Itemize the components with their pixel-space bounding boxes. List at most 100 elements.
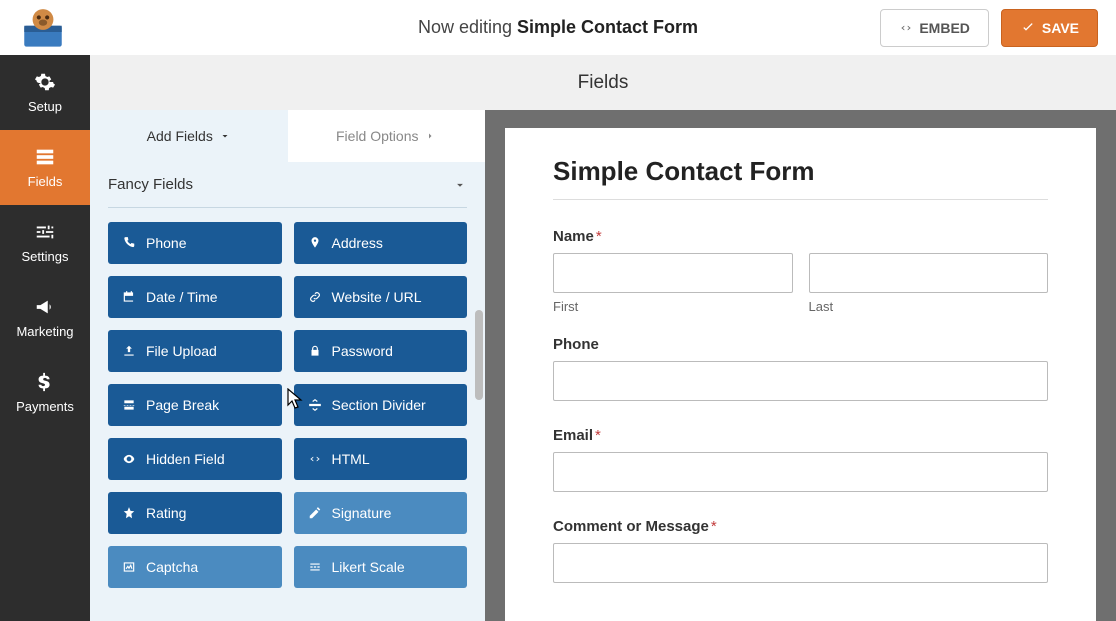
sidebar-item-label: Fields [28, 174, 63, 189]
field-type-phone[interactable]: Phone [108, 222, 282, 264]
required-marker: * [595, 427, 601, 444]
field-type-label: Section Divider [332, 397, 426, 413]
form-title: Simple Contact Form [553, 156, 1048, 187]
save-button[interactable]: SAVE [1001, 9, 1098, 47]
field-type-label: HTML [332, 451, 370, 467]
field-group-header[interactable]: Fancy Fields [108, 162, 467, 208]
sidebar-item-settings[interactable]: Settings [0, 205, 90, 280]
field-type-website-url[interactable]: Website / URL [294, 276, 468, 318]
main-area: Fields Add Fields Field Options Fancy Fi… [90, 55, 1116, 621]
field-type-address[interactable]: Address [294, 222, 468, 264]
field-type-file-upload[interactable]: File Upload [108, 330, 282, 372]
first-name-input[interactable] [553, 253, 793, 293]
last-name-input[interactable] [809, 253, 1049, 293]
check-icon [1020, 20, 1036, 36]
upload-icon [122, 344, 136, 358]
sub-first: First [553, 299, 793, 314]
form-preview-wrap: Simple Contact Form Name* First Last Pho… [485, 110, 1116, 621]
gear-icon [34, 71, 56, 93]
field-type-date-time[interactable]: Date / Time [108, 276, 282, 318]
code-icon [899, 21, 913, 35]
sidebar-item-label: Settings [22, 249, 69, 264]
divider-icon [308, 398, 322, 412]
dollar-icon [34, 371, 56, 393]
name-row [553, 253, 1048, 293]
sidebar-item-label: Payments [16, 399, 74, 414]
tab-add-fields[interactable]: Add Fields [90, 110, 288, 162]
field-type-label: Password [332, 343, 393, 359]
field-type-label: Likert Scale [332, 559, 405, 575]
field-type-likert-scale[interactable]: Likert Scale [294, 546, 468, 588]
required-marker: * [711, 518, 717, 535]
sub-last: Last [809, 299, 1049, 314]
sliders-icon [34, 221, 56, 243]
scrollbar-thumb[interactable] [475, 310, 483, 400]
field-type-rating[interactable]: Rating [108, 492, 282, 534]
phone-input[interactable] [553, 361, 1048, 401]
editing-title: Now editing Simple Contact Form [418, 17, 698, 38]
sidebar-item-payments[interactable]: Payments [0, 355, 90, 430]
field-type-label: Address [332, 235, 383, 251]
top-bar: Now editing Simple Contact Form EMBED SA… [0, 0, 1116, 55]
field-type-html[interactable]: HTML [294, 438, 468, 480]
form-icon [34, 146, 56, 168]
pagebreak-icon [122, 398, 136, 412]
nav-sidebar: Setup Fields Settings Marketing Payments [0, 55, 90, 621]
email-input[interactable] [553, 452, 1048, 492]
field-type-label: Hidden Field [146, 451, 225, 467]
field-type-signature[interactable]: Signature [294, 492, 468, 534]
lock-icon [308, 344, 322, 358]
field-type-captcha[interactable]: Captcha [108, 546, 282, 588]
columns: Add Fields Field Options Fancy Fields Ph… [90, 110, 1116, 621]
name-sublabels: First Last [553, 299, 1048, 314]
embed-label: EMBED [919, 20, 970, 36]
pencil-icon [308, 506, 322, 520]
editing-prefix: Now editing [418, 17, 517, 37]
code-icon [308, 452, 322, 466]
sidebar-item-fields[interactable]: Fields [0, 130, 90, 205]
label-phone: Phone [553, 336, 1048, 353]
label-name: Name* [553, 228, 1048, 245]
field-type-label: Phone [146, 235, 186, 251]
sidebar-item-label: Setup [28, 99, 62, 114]
fields-panel: Add Fields Field Options Fancy Fields Ph… [90, 110, 485, 621]
label-comment: Comment or Message* [553, 518, 1048, 535]
chevron-right-icon [424, 130, 436, 142]
field-type-label: Rating [146, 505, 186, 521]
field-type-label: Captcha [146, 559, 198, 575]
field-type-label: Page Break [146, 397, 219, 413]
app-logo [18, 8, 68, 48]
required-marker: * [596, 228, 602, 245]
field-type-page-break[interactable]: Page Break [108, 384, 282, 426]
section-title: Fields [90, 55, 1116, 110]
form-preview: Simple Contact Form Name* First Last Pho… [505, 128, 1096, 621]
field-type-section-divider[interactable]: Section Divider [294, 384, 468, 426]
eye-icon [122, 452, 136, 466]
sidebar-item-label: Marketing [16, 324, 73, 339]
chevron-down-icon [453, 178, 467, 192]
calendar-icon [122, 290, 136, 304]
editing-form-name: Simple Contact Form [517, 17, 698, 37]
save-label: SAVE [1042, 20, 1079, 36]
link-icon [308, 290, 322, 304]
tab-label: Field Options [336, 128, 418, 144]
tab-field-options[interactable]: Field Options [288, 110, 486, 162]
group-title: Fancy Fields [108, 176, 193, 193]
embed-button[interactable]: EMBED [880, 9, 989, 47]
sidebar-item-marketing[interactable]: Marketing [0, 280, 90, 355]
top-actions: EMBED SAVE [880, 9, 1098, 47]
field-type-label: Signature [332, 505, 392, 521]
likert-icon [308, 560, 322, 574]
chevron-down-icon [219, 130, 231, 142]
field-type-label: File Upload [146, 343, 217, 359]
field-type-password[interactable]: Password [294, 330, 468, 372]
label-email: Email* [553, 427, 1048, 444]
field-type-hidden-field[interactable]: Hidden Field [108, 438, 282, 480]
captcha-icon [122, 560, 136, 574]
comment-input[interactable] [553, 543, 1048, 583]
title-divider [553, 199, 1048, 200]
field-grid: Phone Address Date / Time Website / URL File… [90, 208, 485, 602]
phone-icon [122, 236, 136, 250]
sidebar-item-setup[interactable]: Setup [0, 55, 90, 130]
bullhorn-icon [34, 296, 56, 318]
